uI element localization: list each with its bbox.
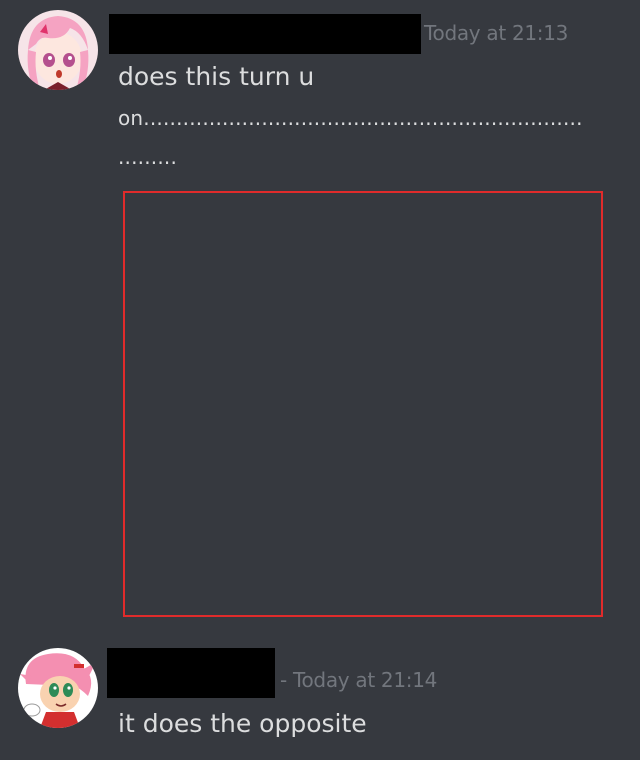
username-redacted[interactable] [107, 648, 275, 698]
user-avatar[interactable] [18, 648, 98, 728]
message-text-line: does this turn u [118, 62, 315, 91]
message-timestamp: - Today at 21:14 [280, 668, 438, 692]
message-timestamp: Today at 21:13 [424, 21, 569, 45]
pink-haired-anime-girl-avatar-icon [18, 10, 98, 90]
image-embed-placeholder[interactable] [123, 191, 603, 617]
message-text-line: it does the opposite [118, 709, 367, 738]
pink-hedgehog-cartoon-avatar-icon [18, 648, 98, 728]
message-text-line: ......... [118, 145, 178, 169]
username-redacted[interactable] [109, 14, 421, 54]
message-1: Today at 21:13 does this turn u on......… [0, 0, 640, 640]
user-avatar[interactable] [18, 10, 98, 90]
message-text-line: on......................................… [118, 106, 583, 130]
message-2: - Today at 21:14 it does the opposite [0, 640, 640, 760]
